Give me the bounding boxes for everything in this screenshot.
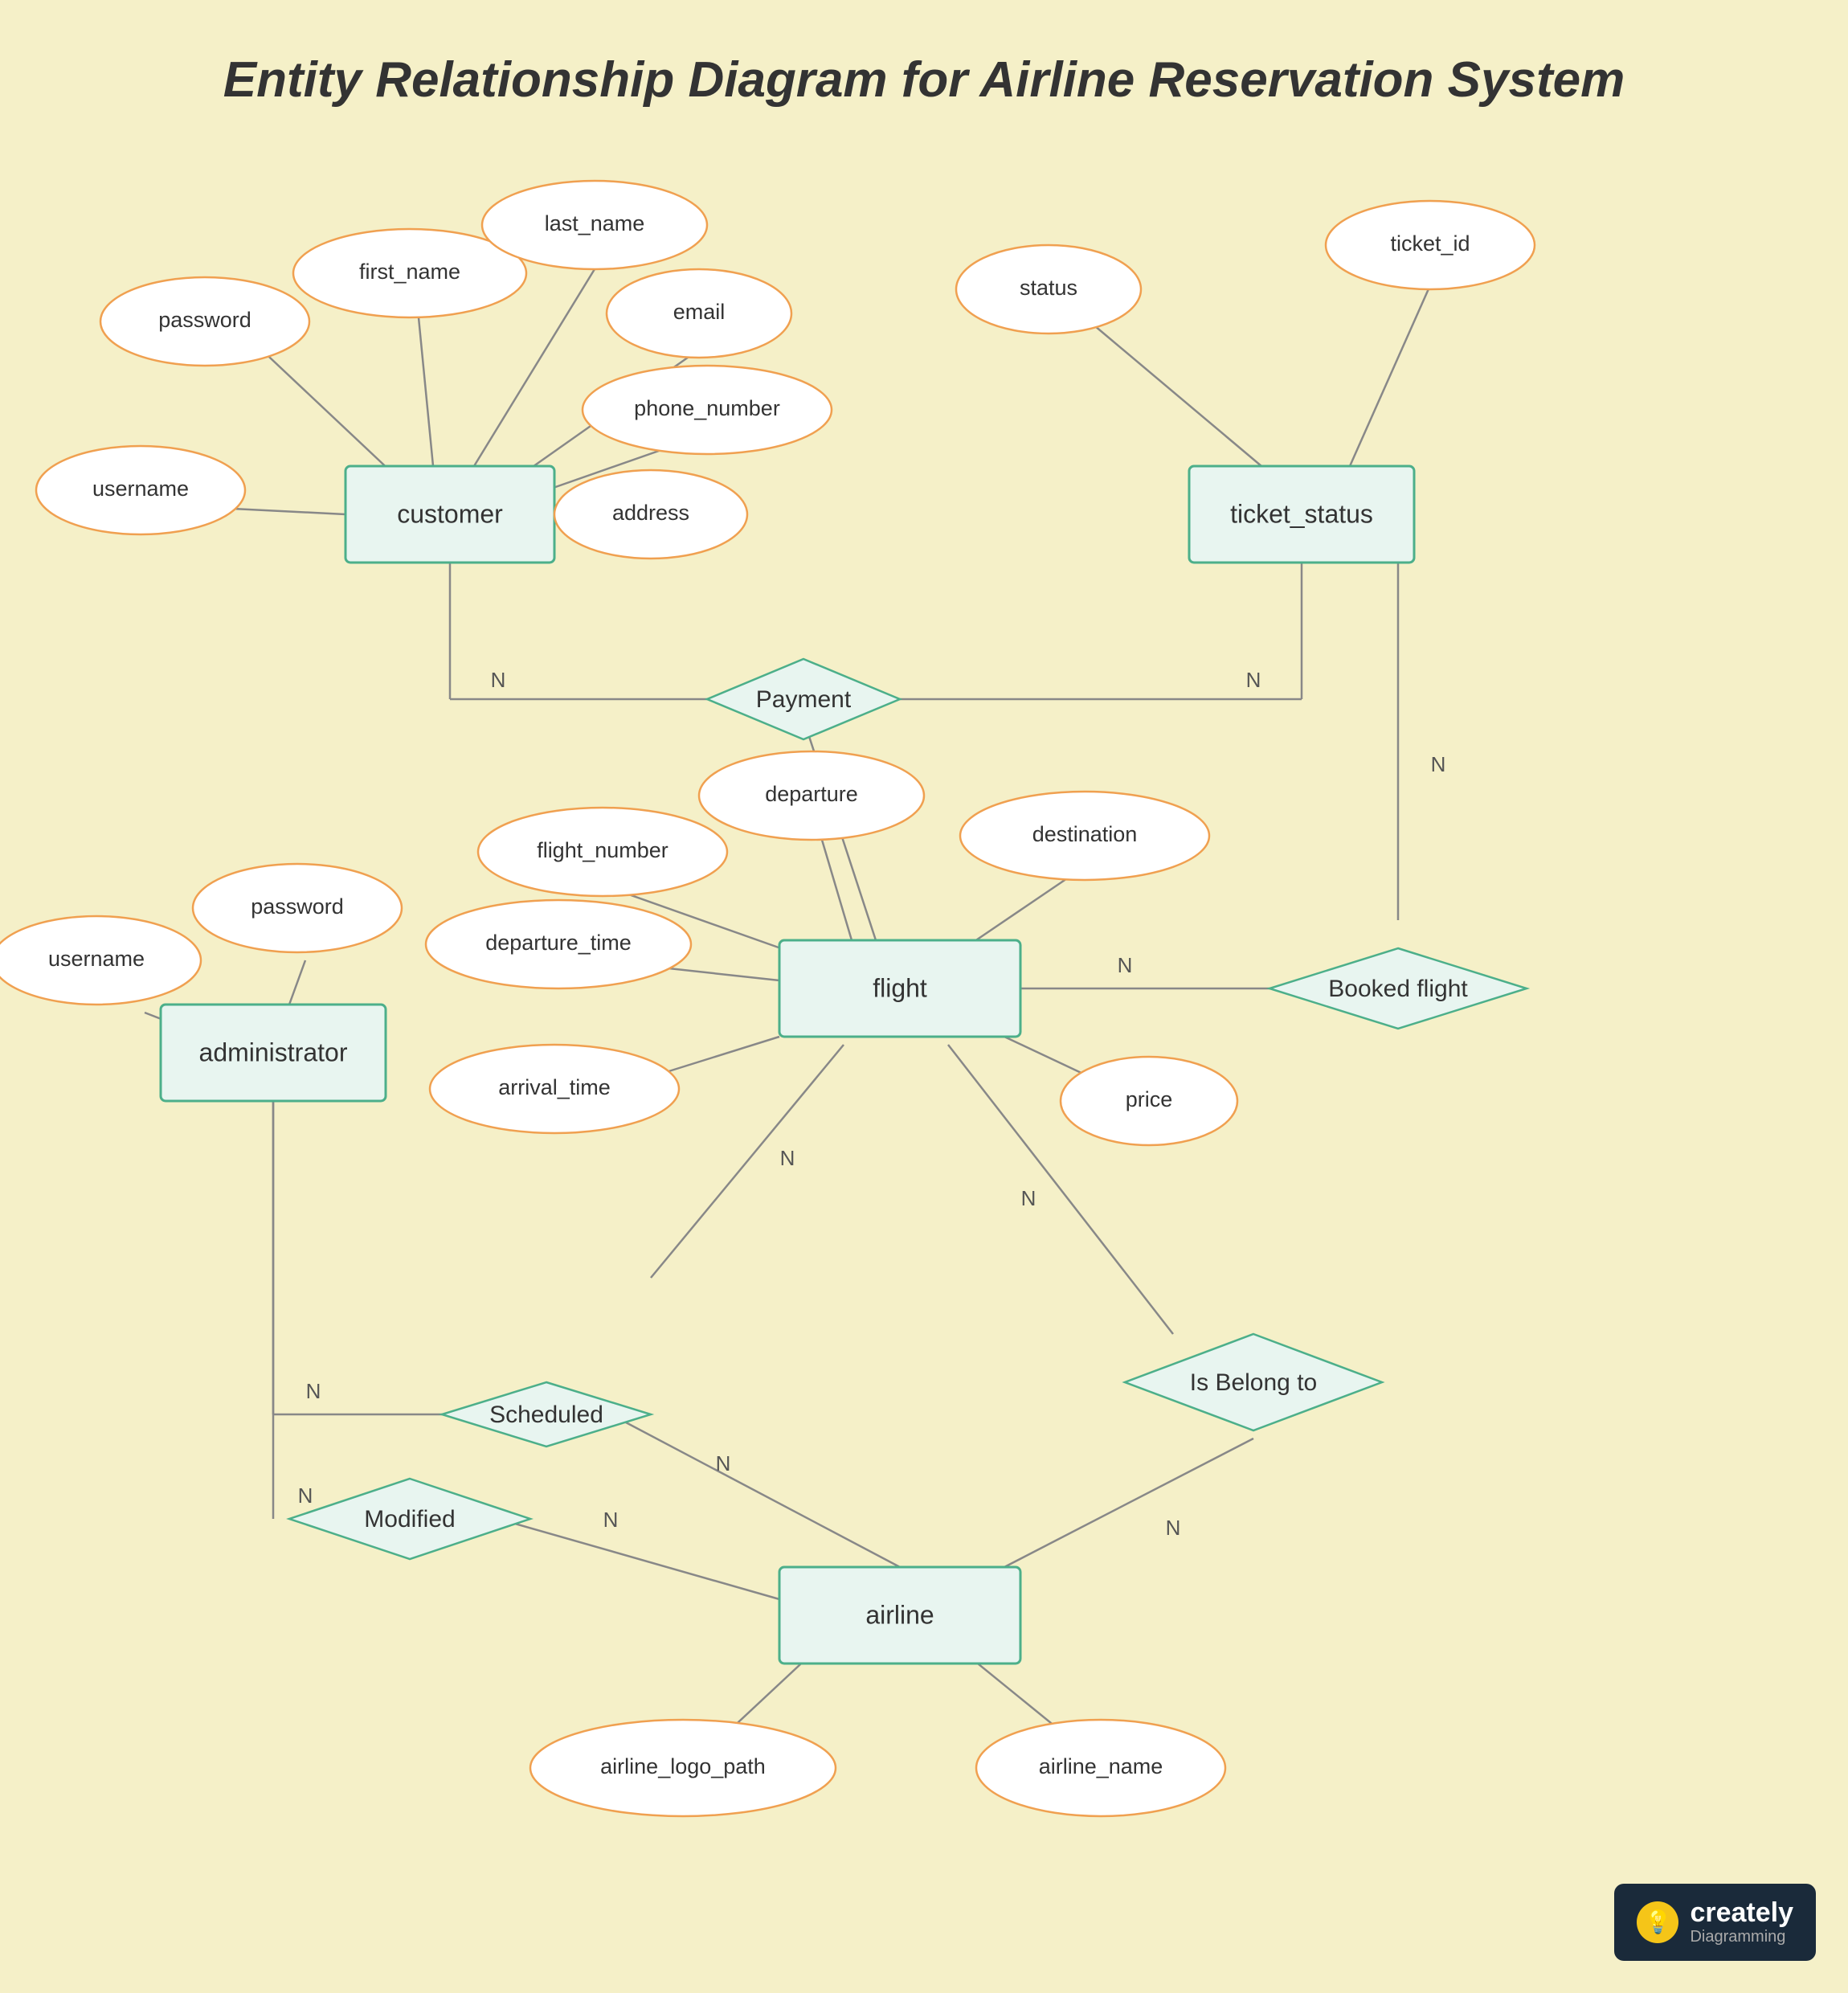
n-label-admin-modified: N: [298, 1483, 313, 1508]
entity-flight-label: flight: [873, 973, 927, 1002]
attr-arrival-time-label: arrival_time: [498, 1075, 611, 1099]
entity-airline-label: airline: [865, 1600, 934, 1629]
attr-airline-logo-path-label: airline_logo_path: [600, 1754, 766, 1778]
brand-subtitle: Diagramming: [1690, 1928, 1793, 1946]
attr-destination-label: destination: [1032, 822, 1138, 846]
attr-phone-number-label: phone_number: [634, 396, 780, 420]
attr-status-label: status: [1020, 276, 1077, 300]
attr-password-cust-label: password: [158, 308, 251, 332]
brand-name: creately: [1690, 1898, 1793, 1928]
rel-modified-label: Modified: [364, 1506, 455, 1533]
rel-is-belong-to-label: Is Belong to: [1190, 1369, 1317, 1396]
rel-booked-flight-label: Booked flight: [1328, 976, 1468, 1002]
rel-payment-label: Payment: [756, 686, 852, 713]
n-label-scheduled-airline: N: [716, 1451, 731, 1475]
brand-icon: 💡: [1637, 1901, 1678, 1943]
n-label-ticketstatus-payment: N: [1246, 668, 1261, 692]
attr-username-cust-label: username: [92, 477, 189, 501]
attr-ticket-id-label: ticket_id: [1390, 231, 1470, 256]
n-label-customer-payment: N: [491, 668, 506, 692]
rel-scheduled-label: Scheduled: [489, 1402, 603, 1428]
n-label-flight-isbelong: N: [1021, 1186, 1036, 1210]
n-label-ticketstatus-booked: N: [1431, 752, 1446, 776]
n-label-modified-airline: N: [603, 1508, 619, 1532]
attr-username-admin-label: username: [48, 947, 145, 971]
n-label-admin-scheduled: N: [306, 1379, 321, 1403]
attr-email-label: email: [673, 300, 726, 324]
entity-customer-label: customer: [397, 499, 503, 528]
attr-price-label: price: [1126, 1087, 1173, 1111]
attr-flight-number-label: flight_number: [537, 838, 668, 862]
brand-box: 💡 creately Diagramming: [1614, 1884, 1816, 1961]
n-label-isbelong-airline: N: [1166, 1516, 1181, 1540]
entity-ticket-status-label: ticket_status: [1230, 499, 1373, 528]
attr-departure-label: departure: [765, 782, 858, 806]
attr-departure-time-label: departure_time: [485, 931, 632, 955]
entity-administrator-label: administrator: [199, 1037, 348, 1066]
attr-address-label: address: [612, 501, 689, 525]
n-label-flight-booked: N: [1118, 953, 1133, 977]
n-label-flight-scheduled: N: [780, 1146, 795, 1170]
attr-last-name-label: last_name: [545, 211, 645, 235]
attr-first-name-label: first_name: [359, 260, 460, 284]
attr-password-admin-label: password: [251, 894, 344, 919]
attr-airline-name-label: airline_name: [1039, 1754, 1163, 1778]
